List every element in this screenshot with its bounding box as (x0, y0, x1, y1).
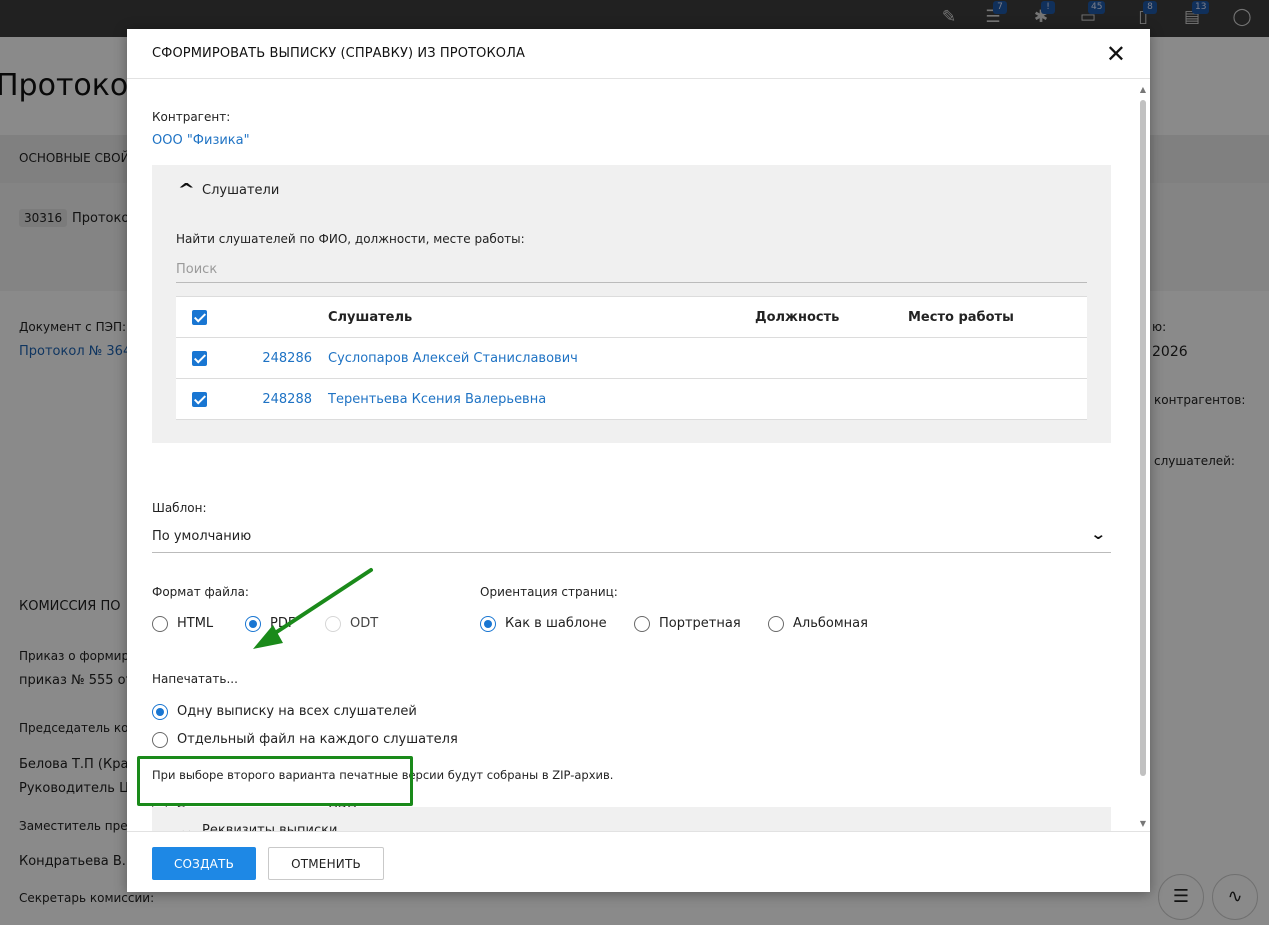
listeners-panel: ^ Слушатели Найти слушателей по ФИО, долж… (152, 165, 1111, 443)
radio-orientation-landscape[interactable] (768, 616, 784, 632)
listener-search-input[interactable] (176, 257, 1087, 283)
listener-name-link[interactable]: Терентьева Ксения Валерьевна (328, 378, 755, 420)
orientation-option-template[interactable]: Как в шаблоне (480, 614, 607, 634)
listener-position (755, 337, 908, 379)
file-format-label: Формат файла: (152, 585, 249, 599)
listener-workplace (908, 378, 1087, 420)
annotation-arrow (253, 568, 373, 649)
row-checkbox[interactable] (192, 350, 207, 366)
statement-modal: СФОРМИРОВАТЬ ВЫПИСКУ (СПРАВКУ) ИЗ ПРОТОК… (127, 29, 1150, 892)
column-header-listener[interactable]: Слушатель (328, 296, 755, 338)
modal-header: СФОРМИРОВАТЬ ВЫПИСКУ (СПРАВКУ) ИЗ ПРОТОК… (127, 29, 1150, 79)
radio-pdf[interactable] (245, 616, 261, 632)
radio-print-separate[interactable] (152, 732, 168, 748)
radio-odt[interactable] (325, 616, 341, 632)
scroll-down-arrow-icon[interactable]: ▼ (1139, 820, 1147, 828)
format-option-pdf[interactable]: PDF (245, 614, 295, 634)
template-selected-value: По умолчанию (152, 529, 252, 544)
requisites-section-toggle[interactable]: ⌄ Реквизиты выписки (177, 820, 338, 832)
table-row: 248286 Суслопаров Алексей Станиславович (176, 337, 1087, 379)
radio-html[interactable] (152, 616, 168, 632)
print-zip-note: При выборе второго варианта печатные вер… (152, 768, 614, 782)
orientation-option-landscape[interactable]: Альбомная (768, 614, 868, 634)
radio-orientation-portrait[interactable] (634, 616, 650, 632)
scroll-up-arrow-icon[interactable]: ▲ (1139, 86, 1147, 94)
orientation-label: Ориентация страниц: (480, 585, 618, 599)
listeners-section-label: Слушатели (202, 183, 280, 198)
radio-print-single[interactable] (152, 704, 168, 720)
requisites-section-label: Реквизиты выписки (202, 823, 338, 831)
template-select[interactable]: По умолчанию ⌄ (152, 523, 1111, 553)
modal-body[interactable]: Контрагент: ООО "Физика" ^ Слушатели Найт… (127, 80, 1150, 831)
create-button[interactable]: СОЗДАТЬ (152, 847, 256, 880)
counterparty-label: Контрагент: (152, 110, 231, 124)
listener-position (755, 378, 908, 420)
table-header-row: Слушатель Должность Место работы (176, 296, 1087, 338)
modal-scrollbar[interactable]: ▲ ▼ (1139, 86, 1147, 828)
chevron-down-icon: ⌄ (177, 820, 196, 832)
scroll-thumb[interactable] (1140, 100, 1146, 776)
print-option-separate[interactable]: Отдельный файл на каждого слушателя (152, 730, 458, 750)
chevron-down-icon: ⌄ (1090, 525, 1107, 543)
radio-orientation-template[interactable] (480, 616, 496, 632)
orientation-option-portrait[interactable]: Портретная (634, 614, 741, 634)
chevron-up-icon: ^ (177, 180, 196, 199)
modal-title: СФОРМИРОВАТЬ ВЫПИСКУ (СПРАВКУ) ИЗ ПРОТОК… (152, 46, 525, 61)
column-header-workplace[interactable]: Место работы (908, 296, 1087, 338)
listener-workplace (908, 337, 1087, 379)
print-option-single[interactable]: Одну выписку на всех слушателей (152, 702, 417, 722)
listener-id-link[interactable]: 248288 (224, 378, 328, 420)
print-label: Напечатать... (152, 672, 238, 686)
row-checkbox[interactable] (192, 391, 207, 407)
listener-search-label: Найти слушателей по ФИО, должности, мест… (176, 232, 525, 246)
table-row: 248288 Терентьева Ксения Валерьевна (176, 378, 1087, 420)
template-label: Шаблон: (152, 501, 207, 515)
requisites-panel: ⌄ Реквизиты выписки (152, 807, 1111, 831)
format-option-odt[interactable]: ODT (325, 614, 378, 634)
listeners-table: Слушатель Должность Место работы 248286 … (176, 296, 1087, 420)
select-all-checkbox[interactable] (192, 309, 207, 325)
listeners-section-toggle[interactable]: ^ Слушатели (177, 180, 280, 201)
listener-name-link[interactable]: Суслопаров Алексей Станиславович (328, 337, 755, 379)
format-option-html[interactable]: HTML (152, 614, 213, 634)
close-icon[interactable]: ✕ (1106, 41, 1126, 67)
counterparty-link[interactable]: ООО "Физика" (152, 133, 250, 148)
column-header-position[interactable]: Должность (755, 296, 908, 338)
modal-footer: СОЗДАТЬ ОТМЕНИТЬ (127, 831, 1150, 892)
cancel-button[interactable]: ОТМЕНИТЬ (268, 847, 384, 880)
listener-id-link[interactable]: 248286 (224, 337, 328, 379)
